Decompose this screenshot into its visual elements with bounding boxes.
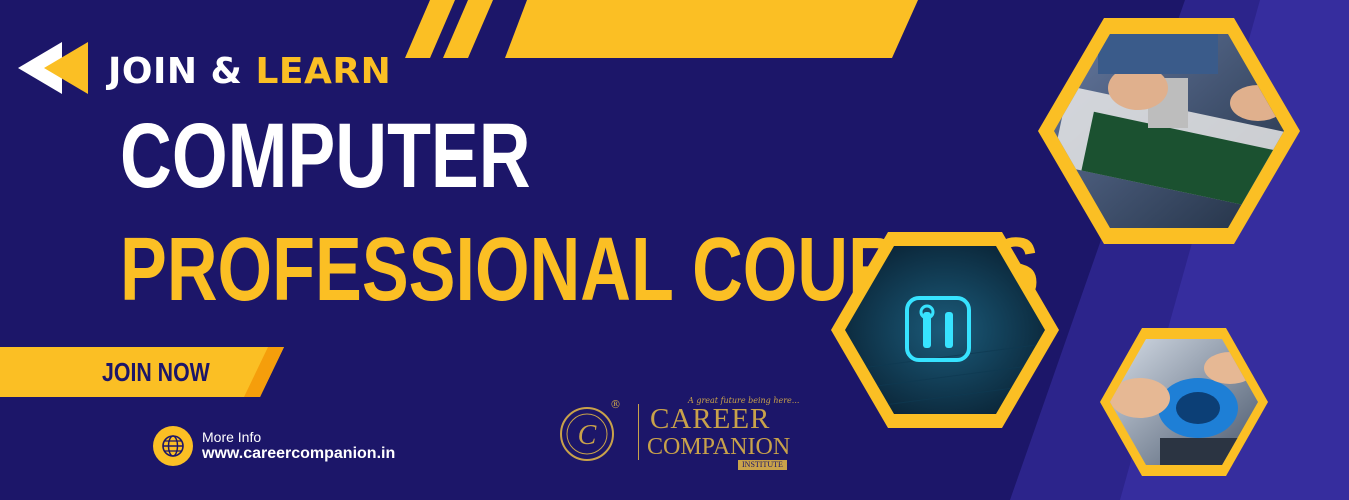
registered-mark: ® bbox=[610, 398, 621, 411]
headline-computer: COMPUTER bbox=[120, 105, 531, 207]
logo-divider bbox=[638, 404, 639, 460]
hexagon-image-cpu-fan bbox=[1100, 328, 1268, 476]
emblem-letter: C bbox=[578, 420, 597, 451]
promo-banner: JOIN & LEARN COMPUTER PROFESSIONAL COURS… bbox=[0, 0, 1349, 500]
hexagon-image-motherboard bbox=[1038, 18, 1300, 244]
globe-icon bbox=[153, 426, 193, 466]
double-left-arrow-icon bbox=[18, 42, 88, 94]
hexagon-image-tools bbox=[831, 232, 1059, 428]
top-stripe-wide bbox=[505, 0, 918, 58]
join-now-button[interactable]: JOIN NOW bbox=[0, 347, 284, 397]
join-learn-tagline: JOIN & LEARN bbox=[108, 48, 391, 96]
logo-institute: INSTITUTE bbox=[738, 460, 787, 470]
logo-career: CAREER bbox=[650, 403, 771, 435]
more-info-label: More Info bbox=[202, 429, 262, 445]
join-now-label: JOIN NOW bbox=[102, 357, 210, 387]
logo-companion: COMPANION bbox=[647, 434, 791, 460]
tagline-learn: LEARN bbox=[255, 51, 392, 92]
tagline-join: JOIN & bbox=[108, 51, 256, 92]
website-link[interactable]: www.careercompanion.in bbox=[202, 444, 395, 464]
